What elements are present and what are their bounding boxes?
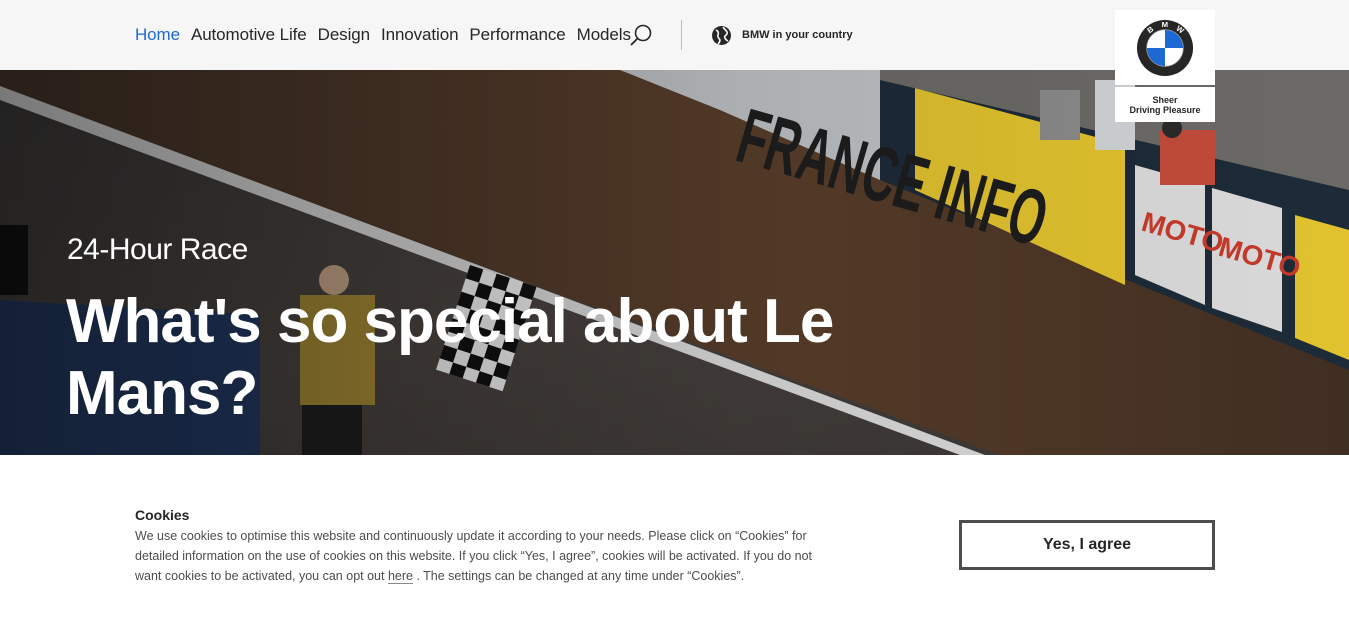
country-selector[interactable]: BMW in your country — [711, 24, 853, 46]
nav-item-automotive-life[interactable]: Automotive Life — [191, 25, 307, 45]
claim-line-1: Sheer — [1152, 94, 1178, 105]
nav-item-home[interactable]: Home — [135, 25, 180, 45]
bmw-roundel-icon: B M W — [1136, 19, 1194, 76]
search-button[interactable] — [628, 22, 654, 48]
bmw-logo[interactable]: B M W Sheer Driving Pleasure — [1115, 10, 1215, 122]
nav-item-performance[interactable]: Performance — [469, 25, 565, 45]
hero-section: FRANCE INFO MOTO MOTO 24-Hour Race What'… — [0, 70, 1349, 455]
cookie-text-after: . The settings can be changed at any tim… — [412, 569, 745, 583]
bmw-roundel-container: B M W — [1115, 10, 1215, 85]
claim-line-2: Driving Pleasure — [1129, 104, 1201, 115]
cookie-banner: Cookies We use cookies to optimise this … — [0, 455, 1349, 634]
nav-item-design[interactable]: Design — [318, 25, 370, 45]
site-header: Home Automotive Life Design Innovation P… — [0, 0, 1349, 122]
nav-item-innovation[interactable]: Innovation — [381, 25, 459, 45]
main-nav: Home Automotive Life Design Innovation P… — [135, 0, 642, 70]
hero-overline: 24-Hour Race — [67, 233, 248, 266]
nav-item-models[interactable]: Models — [577, 25, 631, 45]
cookie-agree-button[interactable]: Yes, I agree — [959, 520, 1215, 570]
search-icon — [630, 24, 652, 46]
globe-icon — [712, 25, 731, 45]
hero-title: What's so special about Le Mans? — [66, 287, 834, 428]
country-label: BMW in your country — [742, 29, 853, 41]
cookie-opt-out-link[interactable]: here — [387, 569, 413, 584]
header-divider — [681, 20, 682, 50]
bmw-claim: Sheer Driving Pleasure — [1115, 87, 1215, 122]
cookie-text: We use cookies to optimise this website … — [135, 526, 835, 586]
cookie-title: Cookies — [135, 507, 190, 523]
svg-text:M: M — [1162, 20, 1168, 29]
